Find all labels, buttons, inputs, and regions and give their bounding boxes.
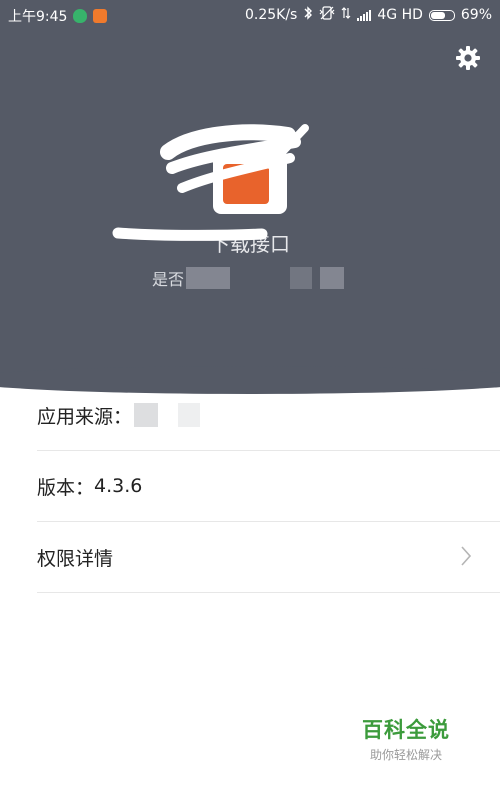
blurred-source-value bbox=[178, 403, 201, 427]
version-value: 4.3.6 bbox=[94, 475, 143, 497]
version-label: 版本： bbox=[37, 476, 95, 499]
vibrate-icon bbox=[319, 6, 335, 24]
bluetooth-icon bbox=[303, 6, 313, 24]
status-time: 上午9:45 bbox=[8, 9, 68, 25]
app-info-screen: 上午9:45 0.25K/s 4G HD 69% 下载接口 是否 应用来源： 版… bbox=[0, 0, 500, 790]
app-subtitle-text: 是否 bbox=[152, 270, 185, 289]
chevron-right-icon bbox=[460, 545, 472, 567]
watermark-subtitle: 助你轻松解决 bbox=[369, 748, 442, 762]
battery-percent: 69% bbox=[460, 7, 492, 23]
app-subtitle: 是否 bbox=[152, 266, 345, 290]
network-type: 4G HD bbox=[377, 7, 423, 23]
status-bar: 上午9:45 0.25K/s 4G HD 69% bbox=[0, 0, 500, 30]
blurred-source-value bbox=[134, 403, 159, 427]
blurred-text bbox=[320, 267, 345, 289]
blurred-text bbox=[290, 267, 313, 289]
network-speed: 0.25K/s bbox=[244, 7, 298, 23]
shield-notification-icon bbox=[73, 9, 88, 23]
app-icon-graphic bbox=[223, 164, 269, 204]
permissions-row[interactable]: 权限详情 bbox=[37, 522, 500, 593]
watermark-title: 百科全说 bbox=[362, 718, 450, 742]
app-notification-icon bbox=[93, 9, 108, 23]
app-source-label: 应用来源： bbox=[37, 405, 133, 428]
permissions-label: 权限详情 bbox=[37, 547, 114, 570]
app-icon bbox=[213, 150, 287, 214]
blurred-text bbox=[186, 267, 231, 289]
settings-gear-icon[interactable] bbox=[454, 44, 482, 72]
battery-icon bbox=[428, 9, 455, 21]
app-source-row: 应用来源： bbox=[37, 380, 500, 451]
app-name: 下载接口 bbox=[210, 232, 290, 256]
app-info-list: 应用来源： 版本： 4.3.6 权限详情 bbox=[0, 380, 500, 593]
signal-icon bbox=[357, 9, 372, 21]
watermark-logo: 百科全说 助你轻松解决 bbox=[350, 706, 462, 770]
data-icon bbox=[341, 6, 351, 24]
version-row: 版本： 4.3.6 bbox=[37, 451, 500, 522]
